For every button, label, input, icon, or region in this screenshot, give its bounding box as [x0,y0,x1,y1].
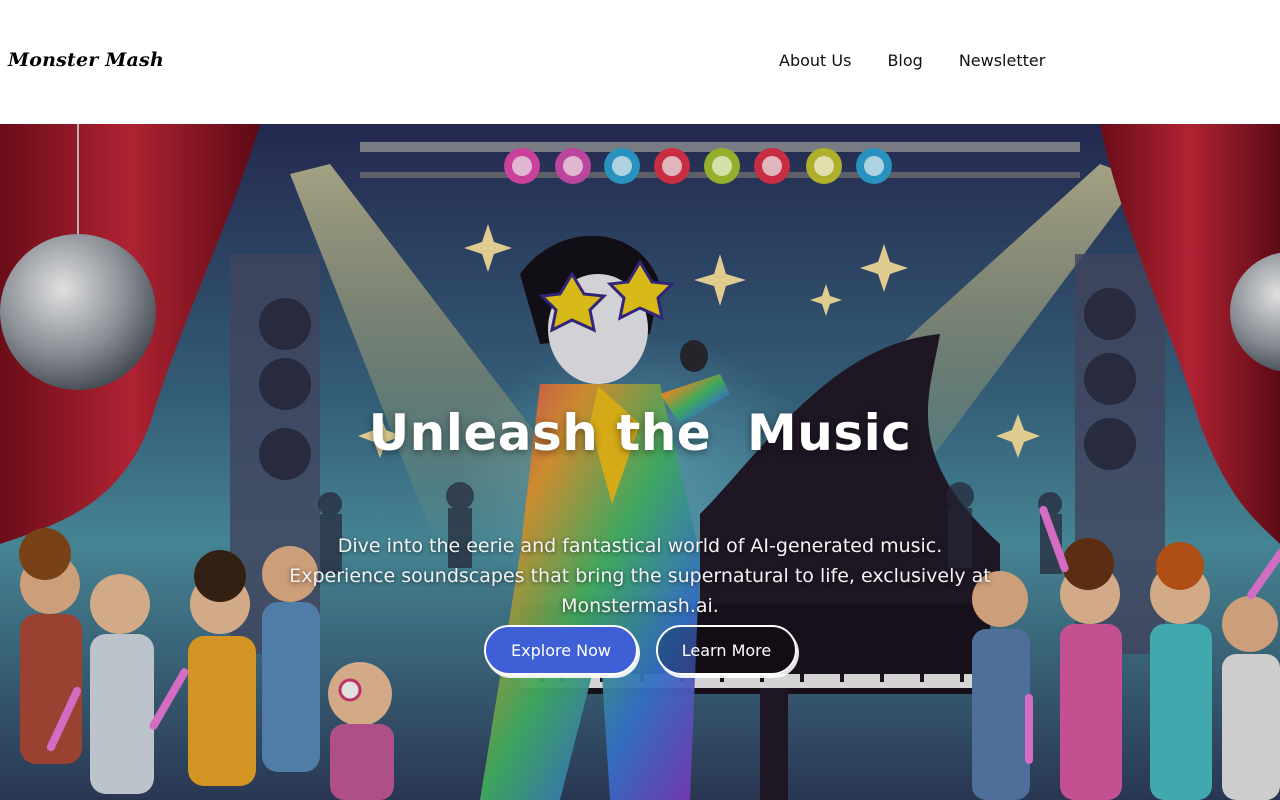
hero-subtitle-line: Dive into the eerie and fantastical worl… [337,535,943,557]
hero-illustration [0,124,1280,800]
hero-subtitle: Dive into the eerie and fantastical worl… [240,531,1040,621]
hero-subtitle-line: Experience soundscapes that bring the su… [289,565,991,587]
site-logo[interactable]: Monster Mash [8,49,164,71]
hero-section: Unleash the Music Dive into the eerie an… [0,124,1280,800]
site-header: Monster Mash About Us Blog Newsletter [0,0,1280,124]
nav-link-newsletter[interactable]: Newsletter [959,51,1046,71]
learn-more-button[interactable]: Learn More [656,625,797,675]
hero-title: Unleash the Music [368,404,912,462]
nav-link-about-us[interactable]: About Us [779,51,851,71]
main-nav: About Us Blog Newsletter [779,51,1045,71]
hero-subtitle-line: Monstermash.ai. [561,595,719,617]
explore-now-button[interactable]: Explore Now [484,625,638,675]
nav-link-blog[interactable]: Blog [887,51,922,71]
